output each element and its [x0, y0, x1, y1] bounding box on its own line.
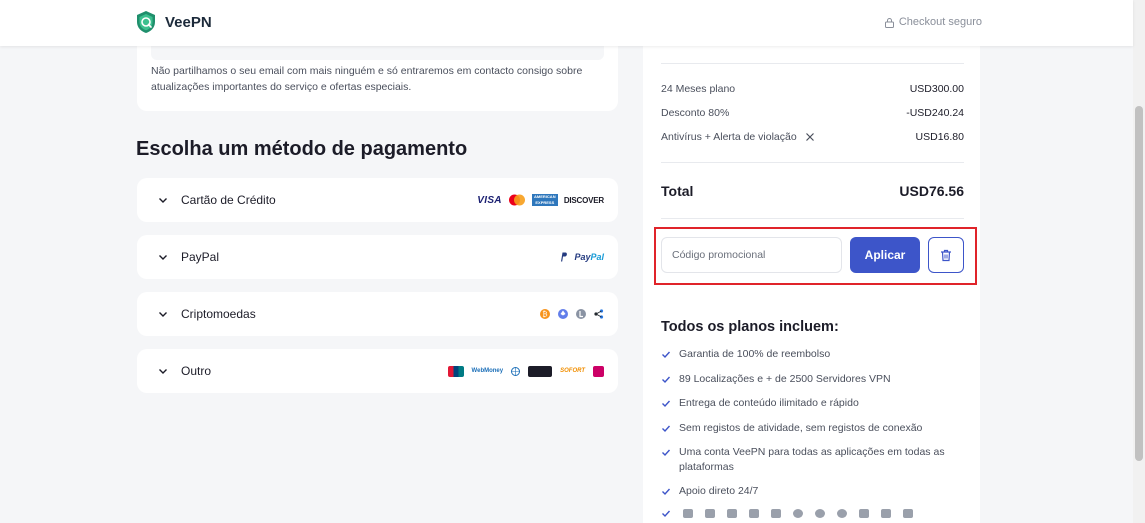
other-logos: WebMoney SOFORT: [447, 349, 604, 393]
platform-icons: [661, 509, 913, 518]
order-line-plan: 24 Meses plano USD300.00: [661, 83, 964, 95]
check-icon: [662, 425, 671, 432]
ios-icon: [749, 509, 759, 518]
order-total: Total USD76.56: [661, 183, 964, 199]
payment-section-title: Escolha um método de pagamento: [136, 138, 468, 160]
payment-method-crypto[interactable]: Criptomoedas ₿: [137, 292, 618, 336]
webmoney-globe-icon: [511, 366, 521, 376]
litecoin-icon: [576, 309, 586, 319]
chevron-down-icon: [159, 312, 167, 317]
check-icon: [662, 400, 671, 408]
visa-logo: VISA: [477, 194, 502, 206]
line-label: 24 Meses plano: [661, 83, 736, 95]
ripple-icon: [594, 309, 604, 319]
bitcoin-icon: ₿: [540, 309, 550, 319]
router-icon: [771, 509, 781, 518]
monitor-icon: [903, 509, 913, 518]
paypal-p-icon: [561, 252, 568, 262]
payment-method-label: Outro: [181, 364, 212, 378]
order-line-discount: Desconto 80% -USD240.24: [661, 107, 964, 119]
brand-logo[interactable]: VeePN: [136, 10, 212, 34]
list-item: Sem registos de atividade, sem registos …: [661, 421, 961, 436]
mac-icon: [705, 509, 715, 518]
paypal-logo: PayPal: [574, 252, 604, 262]
check-icon: [662, 510, 671, 518]
card-logos: VISA AMERICAN EXPRESS DISCOVER: [477, 178, 604, 222]
tv-icon: [881, 509, 891, 518]
apply-promo-button[interactable]: Aplicar: [850, 237, 920, 273]
crypto-logos: ₿: [540, 292, 604, 336]
line-label: Antivírus + Alerta de violação: [661, 131, 797, 143]
webmoney-logo: WebMoney: [471, 368, 504, 374]
chevron-down-icon: [159, 198, 167, 203]
payment-method-label: Criptomoedas: [181, 307, 256, 321]
payment-method-credit-card[interactable]: Cartão de Crédito VISA AMERICAN EXPRESS …: [137, 178, 618, 222]
list-item: Entrega de conteúdo ilimitado e rápido: [661, 396, 961, 411]
mastercard-logo: [508, 194, 525, 206]
giropay-logo: [528, 365, 553, 377]
divider: [661, 162, 964, 163]
line-amount: -USD240.24: [906, 107, 964, 119]
scrollbar-thumb[interactable]: [1135, 106, 1143, 461]
paypal-logos: PayPal: [560, 235, 604, 279]
brand-name: VeePN: [165, 13, 212, 31]
chevron-down-icon: [159, 369, 167, 374]
line-amount: USD16.80: [915, 131, 964, 143]
windows-icon: [683, 509, 693, 518]
list-item: Apoio direto 24/7: [661, 484, 961, 499]
payment-method-label: PayPal: [181, 250, 220, 264]
chrome-icon: [793, 509, 803, 518]
payment-method-paypal[interactable]: PayPal PayPal: [137, 235, 618, 279]
check-icon: [662, 449, 671, 457]
veepn-shield-icon: [137, 11, 155, 33]
discover-logo: DISCOVER: [563, 195, 604, 205]
android-icon: [727, 509, 737, 518]
lock-icon: [884, 17, 894, 28]
top-header: VeePN Checkout seguro: [0, 0, 1133, 46]
firefox-icon: [815, 509, 825, 518]
features-list: Garantia de 100% de reembolso 89 Localiz…: [661, 347, 961, 509]
check-icon: [662, 376, 671, 383]
includes-title: Todos os planos incluem:: [661, 319, 839, 335]
total-label: Total: [661, 183, 694, 199]
check-icon: [662, 351, 671, 359]
promo-code-input[interactable]: [661, 237, 842, 273]
payment-method-label: Cartão de Crédito: [181, 193, 276, 207]
edge-icon: [837, 509, 847, 518]
check-icon: [662, 488, 671, 496]
clear-promo-button[interactable]: [928, 237, 964, 273]
payment-method-other[interactable]: Outro WebMoney SOFORT: [137, 349, 618, 393]
page-scrollbar[interactable]: [1133, 0, 1145, 523]
svg-text:₿: ₿: [542, 311, 547, 319]
divider: [661, 218, 964, 219]
unionpay-logo: [447, 365, 464, 377]
list-item: Uma conta VeePN para todas as aplicações…: [661, 445, 961, 475]
privacy-note: Não partilhamos o seu email com mais nin…: [151, 65, 583, 93]
ideal-logo: [593, 365, 604, 377]
list-item: 89 Localizações e + de 2500 Servidores V…: [661, 372, 961, 387]
secure-label: Checkout seguro: [898, 16, 982, 28]
close-icon[interactable]: [805, 132, 815, 142]
list-item: Garantia de 100% de reembolso: [661, 347, 961, 362]
line-amount: USD300.00: [909, 83, 964, 95]
linux-icon: [859, 509, 869, 518]
sofort-logo: SOFORT: [560, 368, 585, 374]
amex-logo: AMERICAN EXPRESS: [531, 194, 558, 206]
order-line-addon: Antivírus + Alerta de violação USD16.80: [661, 131, 964, 143]
total-amount: USD76.56: [899, 183, 964, 199]
chevron-down-icon: [159, 255, 167, 260]
divider: [661, 63, 964, 64]
secure-checkout: Checkout seguro: [884, 16, 982, 28]
ethereum-icon: [558, 309, 568, 319]
line-label: Desconto 80%: [661, 107, 730, 119]
trash-icon: [941, 249, 951, 261]
